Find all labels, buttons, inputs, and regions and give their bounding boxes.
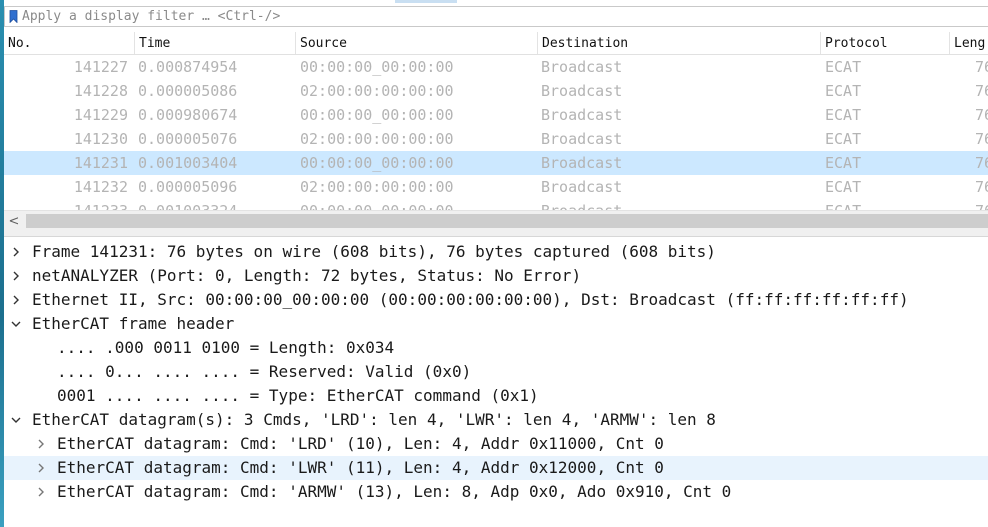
- packet-list-horizontal-scrollbar[interactable]: <: [4, 210, 988, 231]
- chevron-right-icon[interactable]: [34, 432, 48, 456]
- chevron-right-icon[interactable]: [34, 456, 48, 480]
- cell-protocol: ECAT: [825, 58, 862, 76]
- tree-item[interactable]: Frame 141231: 76 bytes on wire (608 bits…: [4, 240, 988, 264]
- display-filter-input[interactable]: [22, 7, 922, 26]
- cell-destination: Broadcast: [541, 154, 623, 172]
- packet-row-selected[interactable]: 141231 0.001003404 00:00:00_00:00:00 Broadc…: [4, 151, 988, 175]
- display-filter-bar[interactable]: [4, 6, 988, 27]
- packet-row[interactable]: 141230 0.000005076 02:00:00:00:00:00 Broadc…: [4, 127, 988, 151]
- cell-length: 76: [975, 82, 988, 100]
- cell-source: 00:00:00_00:00:00: [300, 106, 454, 124]
- tree-item-label: 0001 .... .... .... = Type: EtherCAT com…: [57, 386, 539, 405]
- cell-source: 00:00:00_00:00:00: [300, 154, 454, 172]
- packet-row[interactable]: 141233 0.001003324 00:00:00_00:00:00 Broadc…: [4, 199, 988, 210]
- cell-destination: Broadcast: [541, 58, 623, 76]
- cell-source: 00:00:00_00:00:00: [300, 58, 454, 76]
- chevron-left-icon[interactable]: <: [4, 211, 24, 231]
- cell-time: 0.001003404: [138, 154, 238, 172]
- toolbar-edge: [395, 0, 457, 3]
- chevron-down-icon[interactable]: [9, 408, 23, 432]
- packet-list[interactable]: No. Time Source Destination Protocol Len…: [4, 32, 988, 210]
- chevron-right-icon[interactable]: [9, 288, 23, 312]
- tree-item-label: EtherCAT datagram(s): 3 Cmds, 'LRD': len…: [32, 410, 716, 429]
- cell-time: 0.000874954: [138, 58, 238, 76]
- cell-no: 141229: [73, 106, 128, 124]
- cell-destination: Broadcast: [541, 199, 819, 210]
- packet-list-header: No. Time Source Destination Protocol Len…: [4, 32, 988, 55]
- cell-source: 02:00:00:00:00:00: [300, 82, 454, 100]
- tree-item-label: EtherCAT frame header: [32, 314, 235, 333]
- packet-details-tree[interactable]: Frame 141231: 76 bytes on wire (608 bits…: [4, 240, 988, 527]
- tree-item[interactable]: netANALYZER (Port: 0, Length: 72 bytes, …: [4, 264, 988, 288]
- tree-item[interactable]: 0001 .... .... .... = Type: EtherCAT com…: [4, 384, 988, 408]
- cell-protocol: ECAT: [825, 130, 862, 148]
- packet-row[interactable]: 141229 0.000980674 00:00:00_00:00:00 Broadc…: [4, 103, 988, 127]
- cell-length: 76: [975, 106, 988, 124]
- cell-length: 76: [975, 154, 988, 172]
- tree-item-label: .... .000 0011 0100 = Length: 0x034: [57, 338, 395, 357]
- tree-item[interactable]: EtherCAT datagram: Cmd: 'LRD' (10), Len:…: [4, 432, 988, 456]
- cell-protocol: ECAT: [825, 178, 862, 196]
- chevron-right-icon[interactable]: [9, 264, 23, 288]
- chevron-right-icon[interactable]: [34, 480, 48, 504]
- bookmark-icon[interactable]: [9, 10, 18, 23]
- cell-source: 02:00:00:00:00:00: [300, 178, 454, 196]
- packet-row[interactable]: 141227 0.000874954 00:00:00_00:00:00 Broadc…: [4, 55, 988, 79]
- cell-time: 0.000005096: [138, 178, 238, 196]
- tree-item-label: Frame 141231: 76 bytes on wire (608 bits…: [32, 242, 716, 261]
- cell-length: 76: [975, 178, 988, 196]
- tree-item[interactable]: EtherCAT datagram: Cmd: 'LWR' (11), Len:…: [4, 456, 988, 480]
- cell-no: 141227: [73, 58, 128, 76]
- cell-protocol: ECAT: [825, 154, 862, 172]
- cell-time: 0.000980674: [138, 106, 238, 124]
- cell-no: 141231: [73, 154, 128, 172]
- tree-item[interactable]: EtherCAT datagram: Cmd: 'ARMW' (13), Len…: [4, 480, 988, 504]
- tree-item-label: .... 0... .... .... = Reserved: Valid (0…: [57, 362, 472, 381]
- column-header-destination[interactable]: Destination: [538, 32, 821, 54]
- pane-splitter[interactable]: [4, 231, 988, 237]
- cell-protocol: ECAT: [825, 199, 947, 210]
- cell-no: 141228: [73, 82, 128, 100]
- cell-source: 00:00:00_00:00:00: [300, 199, 536, 210]
- tree-item-label: EtherCAT datagram: Cmd: 'LWR' (11), Len:…: [57, 458, 664, 477]
- cell-protocol: ECAT: [825, 82, 862, 100]
- cell-destination: Broadcast: [541, 106, 623, 124]
- cell-time: 0.001003324: [138, 199, 294, 210]
- column-header-time[interactable]: Time: [135, 32, 296, 54]
- scrollbar-thumb[interactable]: [26, 214, 988, 228]
- cell-no: 141230: [73, 130, 128, 148]
- cell-source: 02:00:00:00:00:00: [300, 130, 454, 148]
- cell-destination: Broadcast: [541, 130, 623, 148]
- tree-item[interactable]: .... .000 0011 0100 = Length: 0x034: [4, 336, 988, 360]
- cell-time: 0.000005076: [138, 130, 238, 148]
- column-header-source[interactable]: Source: [296, 32, 538, 54]
- cell-length: 76: [975, 130, 988, 148]
- packet-row[interactable]: 141232 0.000005096 02:00:00:00:00:00 Broadc…: [4, 175, 988, 199]
- cell-no: 141232: [73, 178, 128, 196]
- chevron-right-icon[interactable]: [9, 240, 23, 264]
- tree-item-label: netANALYZER (Port: 0, Length: 72 bytes, …: [32, 266, 582, 285]
- column-header-no[interactable]: No.: [4, 32, 135, 54]
- tree-item[interactable]: .... 0... .... .... = Reserved: Valid (0…: [4, 360, 988, 384]
- cell-length: 76: [975, 199, 988, 210]
- cell-no: 141233: [4, 199, 128, 210]
- chevron-down-icon[interactable]: [9, 312, 23, 336]
- tree-item-label: Ethernet II, Src: 00:00:00_00:00:00 (00:…: [32, 290, 909, 309]
- cell-protocol: ECAT: [825, 106, 862, 124]
- cell-time: 0.000005086: [138, 82, 238, 100]
- packet-row[interactable]: 141228 0.000005086 02:00:00:00:00:00 Broadc…: [4, 79, 988, 103]
- tree-item[interactable]: EtherCAT datagram(s): 3 Cmds, 'LRD': len…: [4, 408, 988, 432]
- column-header-protocol[interactable]: Protocol: [821, 32, 950, 54]
- tree-item[interactable]: EtherCAT frame header: [4, 312, 988, 336]
- cell-length: 76: [975, 58, 988, 76]
- tree-item[interactable]: Ethernet II, Src: 00:00:00_00:00:00 (00:…: [4, 288, 988, 312]
- cell-destination: Broadcast: [541, 178, 623, 196]
- column-header-length[interactable]: Leng: [950, 32, 988, 54]
- cell-destination: Broadcast: [541, 82, 623, 100]
- tree-item-label: EtherCAT datagram: Cmd: 'ARMW' (13), Len…: [57, 482, 732, 501]
- tree-item-label: EtherCAT datagram: Cmd: 'LRD' (10), Len:…: [57, 434, 664, 453]
